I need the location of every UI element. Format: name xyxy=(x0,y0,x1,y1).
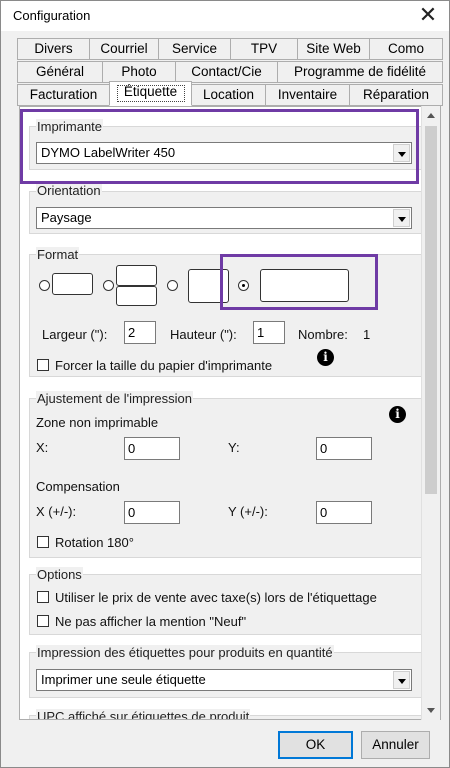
tab-location[interactable]: Location xyxy=(191,84,266,106)
ajustement-info-icon[interactable]: i xyxy=(389,406,406,423)
format-preview-2b xyxy=(116,286,157,306)
format-preview-1 xyxy=(52,273,93,295)
tab-courriel[interactable]: Courriel xyxy=(89,38,159,60)
printer-select[interactable]: DYMO LabelWriter 450 xyxy=(36,142,412,164)
tab-general[interactable]: Général xyxy=(17,61,103,83)
tab-site-web[interactable]: Site Web xyxy=(297,38,370,60)
compensation-y-label: Y (+/-): xyxy=(228,504,268,519)
ok-button[interactable]: OK xyxy=(278,731,353,759)
format-preview-4 xyxy=(260,269,349,302)
zone-non-imprimable-label: Zone non imprimable xyxy=(36,415,159,430)
compensation-label: Compensation xyxy=(36,479,120,494)
compensation-x-input[interactable]: 0 xyxy=(124,501,180,524)
tab-divers[interactable]: Divers xyxy=(17,38,90,60)
tab-contact-cie[interactable]: Contact/Cie xyxy=(175,61,278,83)
cancel-button[interactable]: Annuler xyxy=(361,731,430,759)
configuration-window: Configuration ✕ Divers Courriel Service … xyxy=(0,0,450,768)
close-icon[interactable]: ✕ xyxy=(415,3,441,29)
quantite-label: Impression des étiquettes pour produits … xyxy=(36,645,334,660)
tab-reparation[interactable]: Réparation xyxy=(349,84,443,106)
zone-y-input[interactable]: 0 xyxy=(316,437,372,460)
force-paper-label: Forcer la taille du papier d'imprimante xyxy=(55,358,273,373)
orientation-label: Orientation xyxy=(36,183,102,198)
tab-facturation[interactable]: Facturation xyxy=(17,84,110,106)
hauteur-label: Hauteur ("): xyxy=(170,327,237,342)
tab-programme-fidelite[interactable]: Programme de fidélité xyxy=(277,61,443,83)
rotation-label: Rotation 180° xyxy=(55,535,134,550)
quantite-select-value: Imprimer une seule étiquette xyxy=(41,672,206,687)
format-radio-4[interactable] xyxy=(238,280,249,291)
orientation-dropdown-arrow-icon[interactable] xyxy=(393,209,410,227)
tab-service[interactable]: Service xyxy=(158,38,231,60)
ajustement-label: Ajustement de l'impression xyxy=(36,391,193,406)
prix-taxe-checkbox[interactable] xyxy=(37,591,49,603)
orientation-select-value: Paysage xyxy=(41,210,92,225)
title-bar: Configuration ✕ xyxy=(1,1,449,31)
largeur-label: Largeur ("): xyxy=(42,327,108,342)
tab-tpv[interactable]: TPV xyxy=(230,38,298,60)
prix-taxe-label: Utiliser le prix de vente avec taxe(s) l… xyxy=(55,590,377,605)
nombre-label: Nombre: xyxy=(298,327,348,342)
format-radio-3[interactable] xyxy=(167,280,178,291)
force-paper-checkbox[interactable] xyxy=(37,359,49,371)
format-radio-2[interactable] xyxy=(103,280,114,291)
hauteur-input[interactable]: 1 xyxy=(253,321,285,344)
tab-como[interactable]: Como xyxy=(369,38,443,60)
format-label: Format xyxy=(36,247,80,262)
imprimante-label: Imprimante xyxy=(36,119,104,134)
neuf-checkbox[interactable] xyxy=(37,615,49,627)
format-info-icon[interactable]: i xyxy=(317,349,334,366)
scroll-down-arrow-icon[interactable] xyxy=(423,702,439,718)
zone-x-input[interactable]: 0 xyxy=(124,437,180,460)
largeur-input[interactable]: 2 xyxy=(124,321,156,344)
printer-dropdown-arrow-icon[interactable] xyxy=(393,144,410,162)
neuf-label: Ne pas afficher la mention "Neuf" xyxy=(55,614,247,629)
options-label: Options xyxy=(36,567,83,582)
compensation-y-input[interactable]: 0 xyxy=(316,501,372,524)
format-preview-2a xyxy=(116,265,157,286)
compensation-x-label: X (+/-): xyxy=(36,504,77,519)
printer-select-value: DYMO LabelWriter 450 xyxy=(41,145,176,160)
window-title: Configuration xyxy=(13,8,91,23)
content-scrollbar[interactable] xyxy=(421,106,440,720)
rotation-checkbox[interactable] xyxy=(37,536,49,548)
nombre-value: 1 xyxy=(363,327,371,342)
etiquette-panel: Imprimante DYMO LabelWriter 450 Orientat… xyxy=(19,106,441,720)
quantite-select[interactable]: Imprimer une seule étiquette xyxy=(36,669,412,691)
tab-photo[interactable]: Photo xyxy=(102,61,176,83)
scrollbar-thumb[interactable] xyxy=(425,126,437,494)
scroll-up-arrow-icon[interactable] xyxy=(423,108,439,124)
format-radio-1[interactable] xyxy=(39,280,50,291)
orientation-select[interactable]: Paysage xyxy=(36,207,412,229)
tab-inventaire[interactable]: Inventaire xyxy=(265,84,350,106)
format-preview-3 xyxy=(188,269,229,303)
zone-x-label: X: xyxy=(36,440,49,455)
upc-label: UPC affiché sur étiquettes de produit xyxy=(36,709,251,719)
quantite-dropdown-arrow-icon[interactable] xyxy=(393,671,410,689)
tab-etiquette[interactable]: Étiquette xyxy=(109,81,192,106)
zone-y-label: Y: xyxy=(228,440,240,455)
